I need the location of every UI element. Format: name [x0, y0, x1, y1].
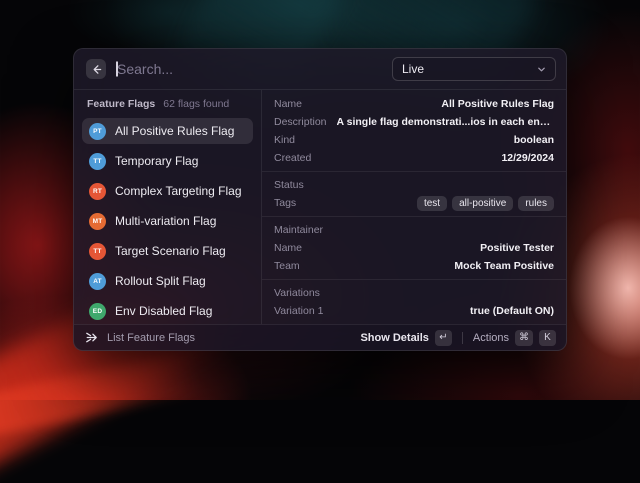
flag-list: PT All Positive Rules Flag TT Temporary … — [82, 118, 253, 324]
detail-label: Name — [274, 242, 302, 254]
flag-label: Complex Targeting Flag — [115, 184, 242, 198]
dropdown-selected-value: Live — [402, 62, 424, 76]
flag-label: Temporary Flag — [115, 154, 198, 168]
detail-row-description: Description A single flag demonstrati...i… — [274, 113, 554, 131]
detail-label: Variations — [274, 287, 320, 299]
tag-badge: rules — [518, 196, 554, 211]
detail-label: Team — [274, 260, 300, 272]
detail-row-status: Status — [274, 176, 554, 194]
detail-value: boolean — [514, 134, 554, 146]
flag-list-item[interactable]: PT All Positive Rules Flag — [82, 118, 253, 144]
flag-avatar: ED — [89, 303, 106, 320]
detail-label: Maintainer — [274, 224, 323, 236]
detail-value: Positive Tester — [480, 242, 554, 254]
flag-avatar: MT — [89, 213, 106, 230]
section-divider — [262, 279, 566, 280]
detail-value: Mock Team Positive — [454, 260, 554, 272]
flag-avatar: RT — [89, 183, 106, 200]
flag-list-item[interactable]: MT Multi-variation Flag — [82, 208, 253, 234]
detail-value: test all-positive rules — [417, 196, 554, 211]
flag-list-item[interactable]: AT Rollout Split Flag — [82, 268, 253, 294]
chevron-down-icon — [537, 65, 546, 74]
cmd-key-badge: ⌘ — [515, 330, 533, 346]
detail-label: Created — [274, 152, 311, 164]
flag-label: Multi-variation Flag — [115, 214, 216, 228]
tag-badge: test — [417, 196, 447, 211]
content-area: Feature Flags 62 flags found PT All Posi… — [74, 90, 566, 324]
search-header: Live — [74, 49, 566, 89]
raycast-arrow-icon — [84, 330, 99, 345]
detail-value: true (Default ON) — [470, 305, 554, 317]
search-field-wrap — [116, 49, 382, 89]
detail-label: Description — [274, 116, 327, 128]
detail-row-team: Team Mock Team Positive — [274, 257, 554, 275]
flag-avatar: AT — [89, 273, 106, 290]
detail-label: Status — [274, 179, 304, 191]
command-info: List Feature Flags — [84, 330, 195, 345]
command-name: List Feature Flags — [107, 332, 195, 344]
detail-row-kind: Kind boolean — [274, 131, 554, 149]
detail-label: Variation 1 — [274, 305, 323, 317]
detail-row-maintainer: Maintainer — [274, 221, 554, 239]
text-caret — [116, 62, 118, 77]
detail-row-tags: Tags test all-positive rules — [274, 194, 554, 212]
section-divider — [262, 171, 566, 172]
detail-row-created: Created 12/29/2024 — [274, 149, 554, 167]
detail-label: Tags — [274, 197, 296, 209]
launcher-window: Live Feature Flags 62 flags found PT All… — [73, 48, 567, 351]
tag-badge: all-positive — [452, 196, 513, 211]
flag-avatar: PT — [89, 123, 106, 140]
flag-list-item[interactable]: TT Target Scenario Flag — [82, 238, 253, 264]
detail-label: Kind — [274, 134, 295, 146]
detail-row-variation-1: Variation 1 true (Default ON) — [274, 302, 554, 320]
flag-label: Rollout Split Flag — [115, 274, 206, 288]
detail-row-variations: Variations — [274, 284, 554, 302]
flag-label: All Positive Rules Flag — [115, 124, 234, 138]
flag-label: Target Scenario Flag — [115, 244, 226, 258]
section-divider — [262, 216, 566, 217]
action-bar: List Feature Flags Show Details ↵ Action… — [74, 324, 566, 350]
environment-dropdown[interactable]: Live — [392, 57, 556, 81]
flag-label: Env Disabled Flag — [115, 304, 212, 318]
detail-row-name: Name All Positive Rules Flag — [274, 95, 554, 113]
shortcut-divider — [462, 332, 463, 344]
actions-menu-button[interactable]: Actions — [473, 332, 509, 344]
detail-value: 12/29/2024 — [501, 152, 554, 164]
search-input[interactable] — [116, 61, 382, 77]
results-panel: Feature Flags 62 flags found PT All Posi… — [74, 90, 261, 324]
enter-key-badge: ↵ — [435, 330, 452, 346]
flag-avatar: TT — [89, 153, 106, 170]
back-button[interactable] — [86, 59, 106, 79]
detail-label: Name — [274, 98, 302, 110]
list-section-header: Feature Flags 62 flags found — [82, 96, 253, 118]
flag-list-item[interactable]: RT Complex Targeting Flag — [82, 178, 253, 204]
detail-value: All Positive Rules Flag — [441, 98, 554, 110]
flag-list-item[interactable]: ED Env Disabled Flag — [82, 298, 253, 324]
flag-avatar: TT — [89, 243, 106, 260]
detail-panel: Name All Positive Rules Flag Description A … — [262, 90, 566, 324]
flag-list-item[interactable]: TT Temporary Flag — [82, 148, 253, 174]
list-section-title: Feature Flags — [87, 98, 155, 110]
k-key-badge: K — [539, 330, 556, 346]
arrow-left-icon — [91, 64, 102, 75]
detail-row-name: Name Positive Tester — [274, 239, 554, 257]
show-details-action[interactable]: Show Details — [360, 332, 428, 344]
action-shortcuts: Show Details ↵ Actions ⌘ K — [360, 330, 556, 346]
detail-value: A single flag demonstrati...ios in each … — [337, 116, 554, 128]
result-count: 62 flags found — [163, 98, 229, 110]
